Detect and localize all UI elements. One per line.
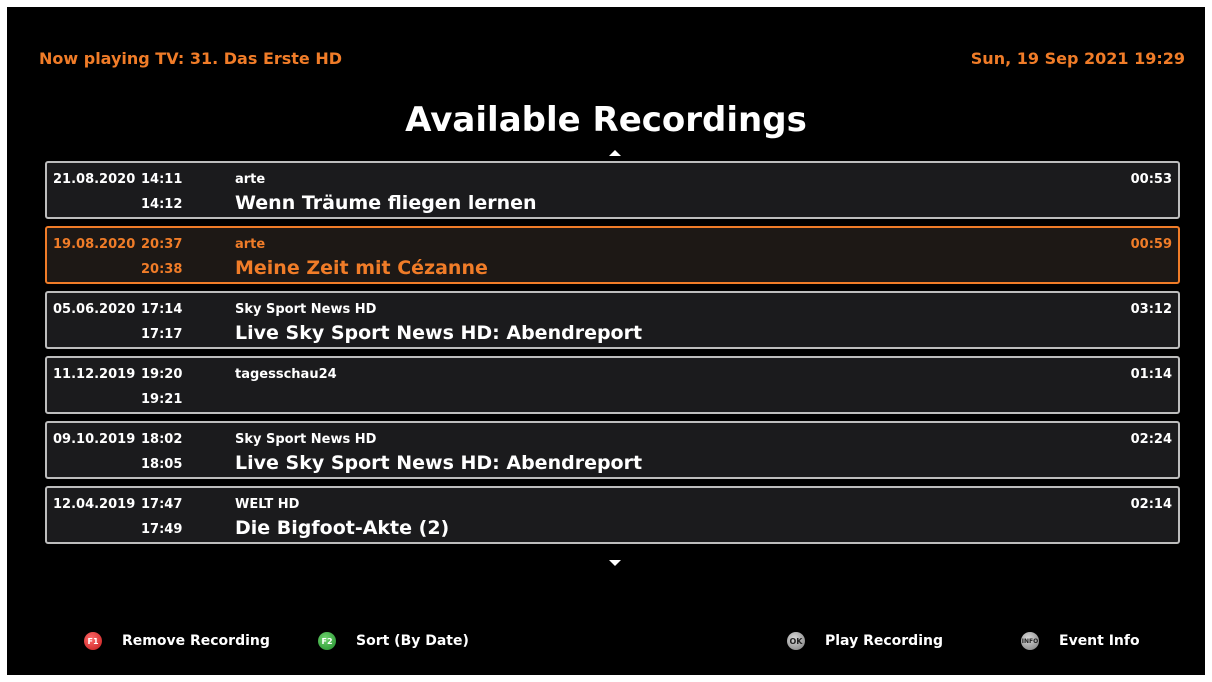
recording-duration: 02:14 — [1130, 497, 1172, 512]
recording-end-time: 17:17 — [141, 327, 183, 342]
recording-event-title: Live Sky Sport News HD: Abendreport — [235, 452, 643, 474]
event-info-button[interactable]: INFO Event Info — [1021, 632, 1140, 650]
recording-duration: 02:24 — [1130, 432, 1172, 447]
recording-date: 09.10.2019 — [53, 432, 136, 447]
recording-event-title: Meine Zeit mit Cézanne — [235, 257, 488, 279]
recording-end-time: 17:49 — [141, 522, 183, 537]
remove-recording-label: Remove Recording — [122, 633, 270, 649]
recordings-list: 21.08.2020 14:11 14:12 arte Wenn Träume … — [45, 161, 1180, 551]
recording-channel: tagesschau24 — [235, 367, 337, 382]
recording-event-title: Live Sky Sport News HD: Abendreport — [235, 322, 643, 344]
recording-channel: Sky Sport News HD — [235, 302, 377, 317]
red-f1-key-icon: F1 — [84, 632, 102, 650]
recording-row[interactable]: 09.10.2019 18:02 18:05 Sky Sport News HD… — [45, 421, 1180, 479]
event-info-label: Event Info — [1059, 633, 1140, 649]
recording-end-time: 19:21 — [141, 392, 183, 407]
recording-duration: 01:14 — [1130, 367, 1172, 382]
remove-recording-button[interactable]: F1 Remove Recording — [84, 632, 270, 650]
sort-label: Sort (By Date) — [356, 633, 469, 649]
scroll-down-arrow-icon[interactable] — [609, 560, 621, 566]
recording-date: 21.08.2020 — [53, 172, 136, 187]
recording-start-time: 17:47 — [141, 497, 183, 512]
recording-row[interactable]: 19.08.2020 20:37 20:38 arte Meine Zeit m… — [45, 226, 1180, 284]
recording-start-time: 17:14 — [141, 302, 183, 317]
recording-end-time: 18:05 — [141, 457, 183, 472]
recording-start-time: 19:20 — [141, 367, 183, 382]
recording-start-time: 18:02 — [141, 432, 183, 447]
ok-key-icon: OK — [787, 632, 805, 650]
recording-date: 05.06.2020 — [53, 302, 136, 317]
recording-row[interactable]: 11.12.2019 19:20 19:21 tagesschau24 01:1… — [45, 356, 1180, 414]
recording-channel: WELT HD — [235, 497, 300, 512]
recording-date: 11.12.2019 — [53, 367, 136, 382]
recording-end-time: 20:38 — [141, 262, 183, 277]
recording-channel: arte — [235, 237, 266, 252]
recording-start-time: 14:11 — [141, 172, 183, 187]
play-recording-label: Play Recording — [825, 633, 943, 649]
scroll-up-arrow-icon[interactable] — [609, 150, 621, 156]
recording-date: 12.04.2019 — [53, 497, 136, 512]
recording-channel: Sky Sport News HD — [235, 432, 377, 447]
recording-channel: arte — [235, 172, 266, 187]
recording-event-title: Wenn Träume fliegen lernen — [235, 192, 537, 214]
green-f2-key-icon: F2 — [318, 632, 336, 650]
recording-row[interactable]: 05.06.2020 17:14 17:17 Sky Sport News HD… — [45, 291, 1180, 349]
info-key-icon: INFO — [1021, 632, 1039, 650]
now-playing-label: Now playing TV: 31. Das Erste HD — [39, 49, 343, 68]
recording-event-title: Die Bigfoot-Akte (2) — [235, 517, 450, 539]
recording-date: 19.08.2020 — [53, 237, 136, 252]
recording-end-time: 14:12 — [141, 197, 183, 212]
recording-start-time: 20:37 — [141, 237, 183, 252]
sort-button[interactable]: F2 Sort (By Date) — [318, 632, 469, 650]
recording-row[interactable]: 12.04.2019 17:47 17:49 WELT HD Die Bigfo… — [45, 486, 1180, 544]
datetime-label: Sun, 19 Sep 2021 19:29 — [970, 49, 1185, 68]
recording-row[interactable]: 21.08.2020 14:11 14:12 arte Wenn Träume … — [45, 161, 1180, 219]
recording-duration: 00:59 — [1130, 237, 1172, 252]
page-title: Available Recordings — [405, 100, 807, 140]
play-recording-button[interactable]: OK Play Recording — [787, 632, 943, 650]
recording-duration: 03:12 — [1130, 302, 1172, 317]
tv-screen: Now playing TV: 31. Das Erste HD Sun, 19… — [7, 7, 1205, 675]
recording-duration: 00:53 — [1130, 172, 1172, 187]
